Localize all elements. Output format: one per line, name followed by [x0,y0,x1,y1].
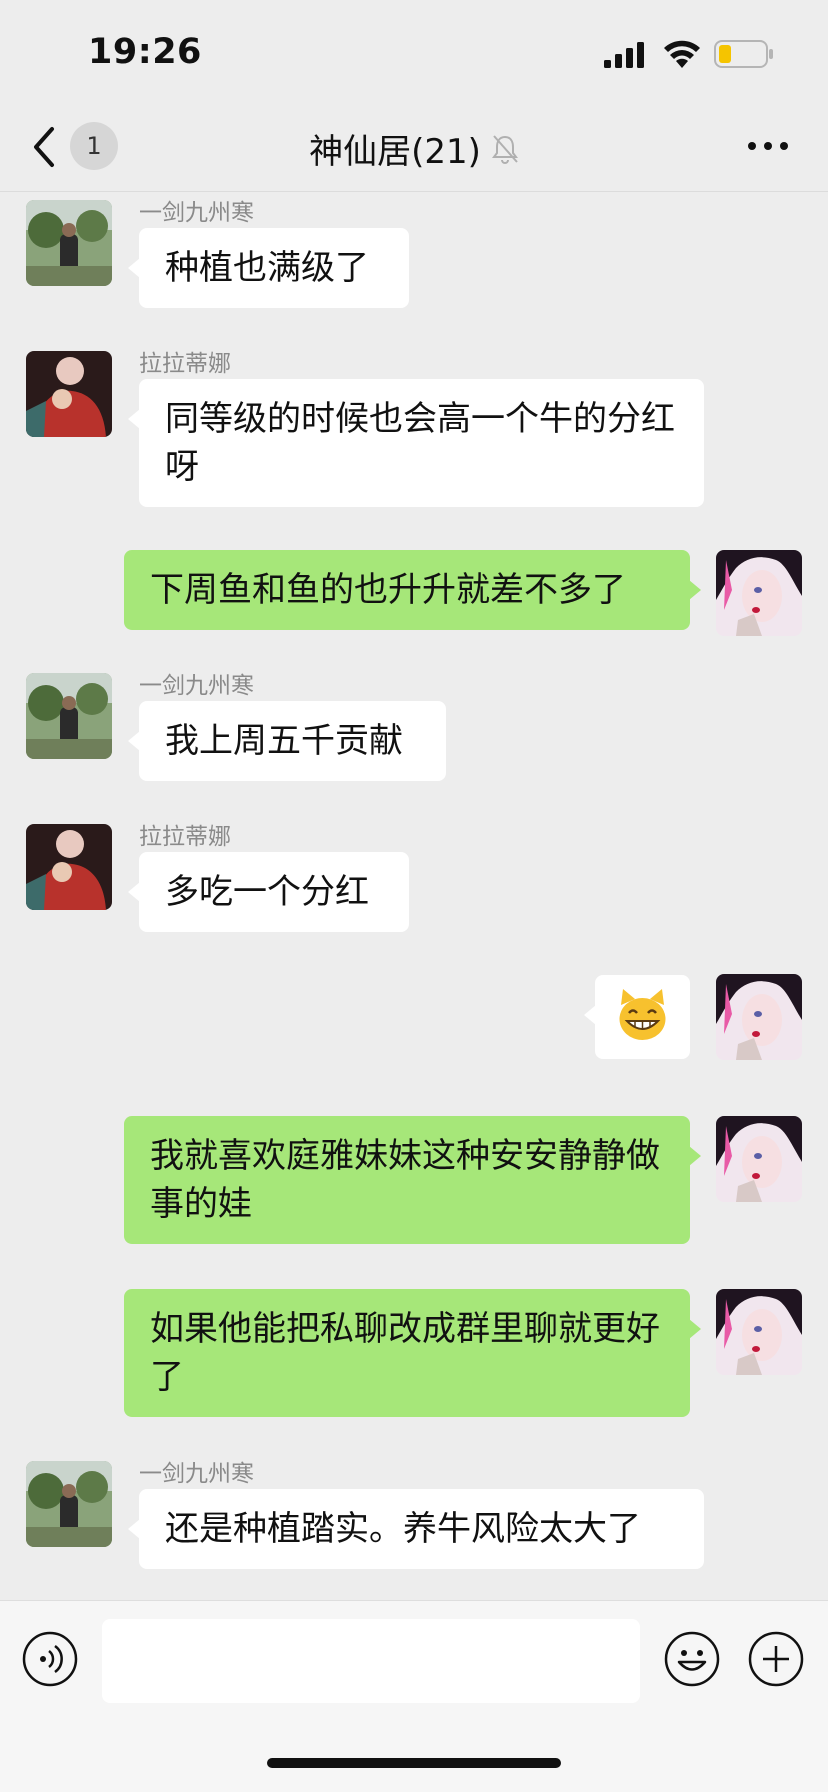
avatar[interactable] [26,1461,112,1547]
signal-icon [604,42,644,68]
message-text: 多吃一个分红 [165,872,369,912]
sender-name: 拉拉蒂娜 [139,824,231,850]
my-avatar[interactable] [716,550,802,636]
my-avatar[interactable] [716,1289,802,1375]
message-bubble[interactable]: 同等级的时候也会高一个牛的分红呀 [128,379,704,507]
message-text: 如果他能把私聊改成群里聊就更好了 [150,1309,660,1397]
sender-name: 一剑九州寒 [139,200,254,226]
sender-name: 一剑九州寒 [139,1461,254,1487]
my-avatar[interactable] [716,1116,802,1202]
message-text: 下周鱼和鱼的也升升就差不多了 [150,570,626,610]
message-bubble[interactable]: 还是种植踏实。养牛风险太大了 [128,1489,704,1569]
nav-bar: 1 神仙居(21) [0,100,828,192]
avatar[interactable] [26,673,112,759]
message-bubble[interactable]: 下周鱼和鱼的也升升就差不多了 [124,550,701,630]
plus-icon[interactable] [748,1631,804,1687]
more-options-icon[interactable] [746,136,790,156]
chat-title-wrap: 神仙居(21) [0,124,828,173]
message-text: 我就喜欢庭雅妹妹这种安安静静做事的娃 [150,1136,660,1224]
sender-name: 一剑九州寒 [139,673,254,699]
battery-icon [714,40,773,68]
my-avatar[interactable] [716,974,802,1060]
message-bubble[interactable]: 种植也满级了 [128,228,409,308]
wifi-icon [664,40,700,68]
grinning-cat-emoji-icon [619,989,666,1040]
message-bubble[interactable]: 多吃一个分红 [128,852,409,932]
home-indicator[interactable] [267,1758,561,1768]
chat-screen: 19:26 1 神仙居(21) 一剑九州寒 种植也满级了 拉拉蒂娜 同等级的时候… [0,0,828,1792]
message-text: 我上周五千贡献 [165,721,403,761]
message-text: 同等级的时候也会高一个牛的分红呀 [165,399,675,487]
sticker-bubble[interactable] [584,975,690,1059]
chat-title: 神仙居(21) [309,132,481,172]
muted-bell-icon [491,134,518,164]
voice-icon[interactable] [22,1631,78,1687]
message-bubble[interactable]: 我上周五千贡献 [128,701,446,781]
avatar[interactable] [26,351,112,437]
message-text: 种植也满级了 [165,248,369,288]
status-time: 19:26 [88,32,202,72]
avatar[interactable] [26,824,112,910]
message-text: 还是种植踏实。养牛风险太大了 [165,1509,641,1549]
avatar[interactable] [26,200,112,286]
message-input[interactable] [102,1619,640,1703]
emoji-icon[interactable] [664,1631,720,1687]
message-bubble[interactable]: 我就喜欢庭雅妹妹这种安安静静做事的娃 [124,1116,701,1244]
sender-name: 拉拉蒂娜 [139,351,231,377]
message-bubble[interactable]: 如果他能把私聊改成群里聊就更好了 [124,1289,701,1417]
status-bar: 19:26 [0,0,828,100]
